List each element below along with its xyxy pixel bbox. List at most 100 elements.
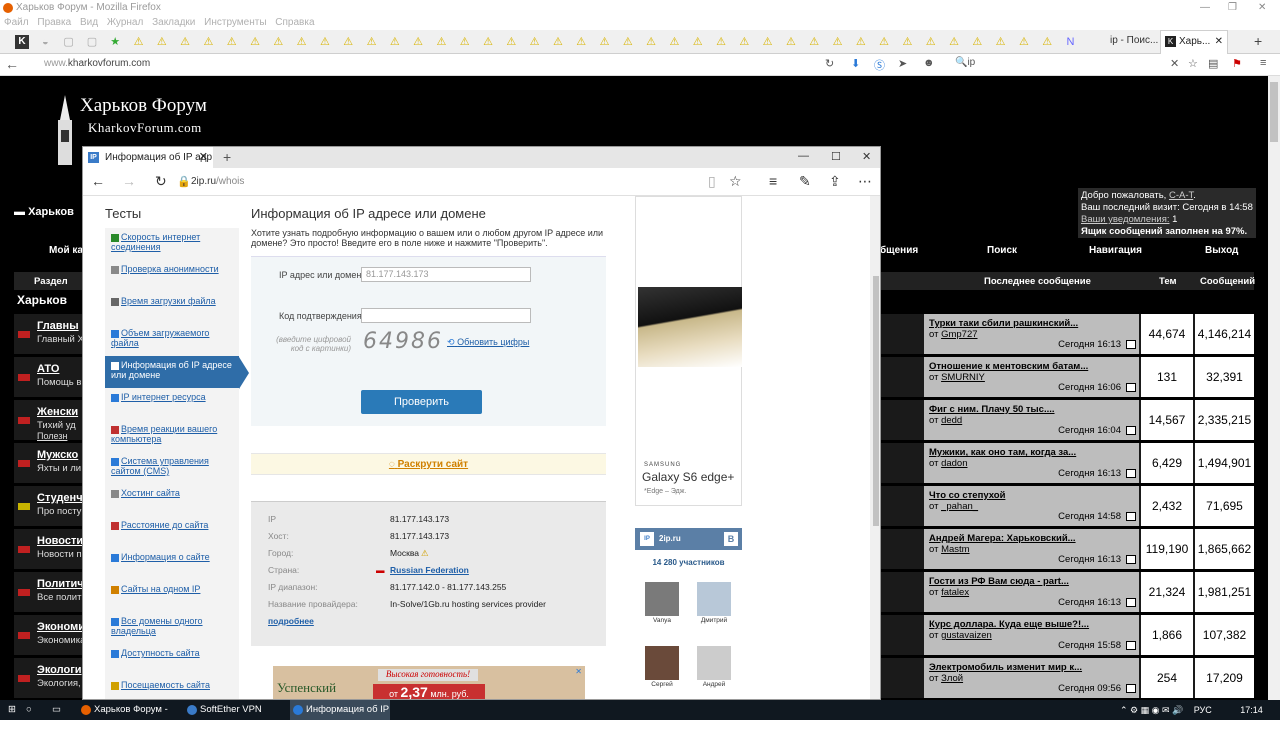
pinned-tab-warning-icon[interactable]: ⚠ bbox=[528, 35, 542, 49]
edge-scrollbar[interactable] bbox=[870, 196, 880, 699]
favorite-star-icon[interactable]: ☆ bbox=[729, 173, 742, 190]
pinned-tab-warning-icon[interactable]: ⚠ bbox=[504, 35, 518, 49]
go-to-post-icon[interactable] bbox=[1126, 684, 1136, 693]
nav-messages[interactable]: бщения bbox=[880, 245, 918, 256]
sidebar-item[interactable]: Хостинг сайта bbox=[105, 484, 239, 516]
forum-name[interactable]: АТО bbox=[37, 363, 59, 375]
forum-name[interactable]: Женски bbox=[37, 406, 78, 418]
pinned-tab-warning-icon[interactable]: ⚠ bbox=[924, 35, 938, 49]
pinned-tab-warning-icon[interactable]: ⚠ bbox=[761, 35, 775, 49]
sidebar-item[interactable]: Доступность сайта bbox=[105, 644, 239, 676]
start-icon[interactable]: ⊞ bbox=[4, 700, 20, 720]
avatar[interactable] bbox=[645, 646, 679, 680]
nav-navigation[interactable]: Навигация bbox=[1089, 245, 1142, 256]
download-icon[interactable]: ⬇ bbox=[851, 57, 860, 70]
avatar[interactable] bbox=[697, 646, 731, 680]
author-link[interactable]: dedd bbox=[941, 415, 962, 426]
last-post-title[interactable]: Андрей Магера: Харьковский... bbox=[929, 533, 1076, 544]
go-to-post-icon[interactable] bbox=[1126, 555, 1136, 564]
send-icon[interactable]: ➤ bbox=[898, 57, 907, 70]
sidebar-item[interactable]: Сайты на одном IP bbox=[105, 580, 239, 612]
close-window-button[interactable]: ✕ bbox=[862, 150, 871, 163]
promote-site-link[interactable]: ◌ Раскрути сайт bbox=[251, 453, 606, 475]
menu-icon[interactable]: ≡ bbox=[1260, 57, 1266, 69]
pinned-tab-warning-icon[interactable]: ⚠ bbox=[201, 35, 215, 49]
sidebar-item[interactable]: Расстояние до сайта bbox=[105, 516, 239, 548]
member-name[interactable]: Андрей bbox=[694, 681, 734, 688]
pinned-tab-warning-icon[interactable]: ⚠ bbox=[807, 35, 821, 49]
menu-tools[interactable]: Инструменты bbox=[204, 17, 266, 28]
minimize-button[interactable]: — bbox=[1200, 0, 1210, 16]
pinned-tab-warning-icon[interactable]: ⚠ bbox=[341, 35, 355, 49]
menu-file[interactable]: Файл bbox=[4, 17, 29, 28]
pinned-tab-warning-icon[interactable]: ⚠ bbox=[178, 35, 192, 49]
author-link[interactable]: _pahan_ bbox=[941, 501, 978, 512]
address-bar[interactable]: 2ip.ru/whois bbox=[191, 176, 244, 187]
author-link[interactable]: SMURNIY bbox=[941, 372, 985, 383]
menu-bookmarks[interactable]: Закладки bbox=[152, 17, 195, 28]
taskbar-item-vpn[interactable]: SoftEther VPN Client ... bbox=[184, 700, 284, 735]
pinned-tab-warning-icon[interactable]: ⚠ bbox=[318, 35, 332, 49]
face-icon[interactable]: ☻ bbox=[923, 57, 935, 69]
go-to-post-icon[interactable] bbox=[1126, 426, 1136, 435]
flag-icon[interactable]: ⚑ bbox=[1232, 57, 1242, 70]
taskbar-item-firefox[interactable]: Харьков Форум - Мо... bbox=[78, 700, 178, 735]
sidebar-item[interactable]: Информация о сайте bbox=[105, 548, 239, 580]
close-ad-icon[interactable]: ✕ bbox=[575, 667, 582, 676]
forum-name[interactable]: Студенч bbox=[37, 492, 83, 504]
web-note-icon[interactable]: ✎ bbox=[799, 173, 811, 190]
language-indicator[interactable]: РУС bbox=[1194, 705, 1212, 715]
member-name[interactable]: Vanya bbox=[642, 617, 682, 624]
pinned-tab-warning-icon[interactable]: ⚠ bbox=[854, 35, 868, 49]
pinned-tab-warning-icon[interactable]: ⚠ bbox=[644, 35, 658, 49]
maximize-button[interactable]: ☐ bbox=[831, 150, 841, 163]
pinned-tab-warning-icon[interactable]: ⚠ bbox=[667, 35, 681, 49]
pinned-tab-icon[interactable]: ◒ bbox=[38, 35, 52, 49]
pinned-tab-warning-icon[interactable]: ⚠ bbox=[481, 35, 495, 49]
check-button[interactable]: Проверить bbox=[361, 390, 482, 414]
last-post-title[interactable]: Отношение к ментовским батам... bbox=[929, 361, 1088, 372]
pinned-tab-warning-icon[interactable]: ⚠ bbox=[225, 35, 239, 49]
pinned-tab-warning-icon[interactable]: ⚠ bbox=[1040, 35, 1054, 49]
pinned-tab-warning-icon[interactable]: ⚠ bbox=[714, 35, 728, 49]
reload-icon[interactable]: ↻ bbox=[825, 57, 834, 70]
menu-edit[interactable]: Правка bbox=[37, 17, 71, 28]
pinned-tab-warning-icon[interactable]: ⚠ bbox=[598, 35, 612, 49]
search-box[interactable]: 🔍ip bbox=[955, 57, 975, 68]
sidebar-item[interactable]: Информация об IP адресе или домене bbox=[105, 356, 239, 388]
tab-search[interactable]: ip - Поис... bbox=[1110, 32, 1158, 50]
library-icon[interactable]: ▤ bbox=[1208, 57, 1218, 70]
pinned-tab-warning-icon[interactable]: ⚠ bbox=[411, 35, 425, 49]
forum-name[interactable]: Новости bbox=[37, 535, 83, 547]
bookmark-star-icon[interactable]: ☆ bbox=[1188, 57, 1198, 70]
logo-subtitle[interactable]: KharkovForum.com bbox=[88, 120, 202, 136]
pinned-tab-warning-icon[interactable]: ⚠ bbox=[365, 35, 379, 49]
last-post-title[interactable]: Мужики, как оно там, когда за... bbox=[929, 447, 1076, 458]
pinned-tab-warning-icon[interactable]: ⚠ bbox=[831, 35, 845, 49]
go-to-post-icon[interactable] bbox=[1126, 641, 1136, 650]
samsung-ad[interactable]: SAMSUNG Galaxy S6 edge+ *Edge – Эдж. bbox=[635, 196, 742, 506]
sidebar-item[interactable]: Время загрузки файла bbox=[105, 292, 239, 324]
close-tab-icon[interactable]: ✕ bbox=[199, 147, 208, 168]
pinned-tab-warning-icon[interactable]: ⚠ bbox=[271, 35, 285, 49]
logo-title[interactable]: Харьков Форум bbox=[80, 95, 207, 117]
pinned-tab-warning-icon[interactable]: ⚠ bbox=[691, 35, 705, 49]
avatar[interactable] bbox=[697, 582, 731, 616]
pinned-tab-warning-icon[interactable]: ⚠ bbox=[155, 35, 169, 49]
pinned-tab-warning-icon[interactable]: ⚠ bbox=[388, 35, 402, 49]
last-post-title[interactable]: Что со степухой bbox=[929, 490, 1005, 501]
bottom-ad[interactable]: Успенский Высокая готовность! от 2,37 мл… bbox=[273, 666, 585, 699]
pinned-tab-warning-icon[interactable]: ⚠ bbox=[551, 35, 565, 49]
forward-icon[interactable]: → bbox=[122, 173, 136, 189]
pinned-tab-warning-icon[interactable]: ⚠ bbox=[877, 35, 891, 49]
new-tab-button[interactable]: + bbox=[223, 149, 231, 165]
sidebar-item[interactable]: Скорость интернет соединения bbox=[105, 228, 239, 260]
member-name[interactable]: Сергей bbox=[642, 681, 682, 688]
share-icon[interactable]: ⇪ bbox=[829, 173, 841, 190]
subforum-link[interactable]: Полезн bbox=[37, 431, 67, 441]
pinned-tab-warning-icon[interactable]: ⚠ bbox=[434, 35, 448, 49]
last-post-title[interactable]: Фиг с ним. Плачу 50 тыс.... bbox=[929, 404, 1055, 415]
tray-icons[interactable]: ⌃ ⚙ ▦ ◉ ✉ 🔊 bbox=[1120, 705, 1183, 715]
avatar[interactable] bbox=[645, 582, 679, 616]
author-link[interactable]: Mastm bbox=[941, 544, 970, 555]
